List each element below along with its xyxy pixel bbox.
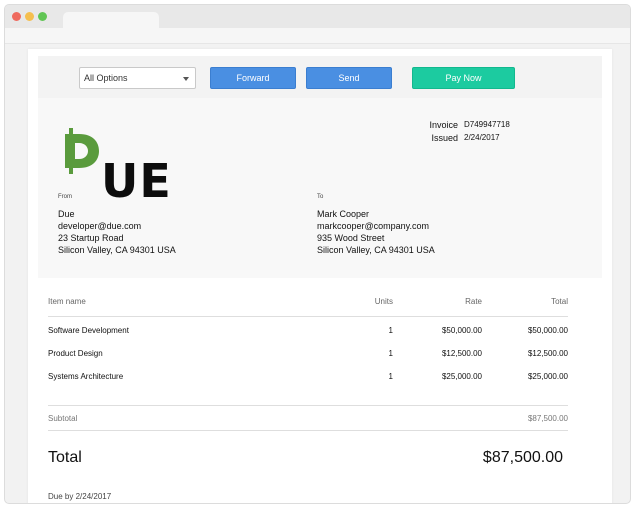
item-units: 1 — [388, 349, 393, 358]
header-item-name: Item name — [48, 297, 86, 306]
header-total: Total — [551, 297, 568, 306]
browser-tab[interactable] — [63, 12, 159, 28]
minimize-window-icon[interactable] — [25, 12, 34, 21]
from-street: 23 Startup Road — [58, 233, 124, 243]
item-rate: $12,500.00 — [441, 349, 482, 358]
from-label: From — [58, 194, 72, 200]
from-email: developer@due.com — [58, 221, 142, 231]
from-address: From Due developer@due.com 23 Startup Ro… — [58, 193, 176, 256]
item-total: $50,000.00 — [527, 326, 568, 335]
browser-toolbar — [5, 28, 630, 44]
subtotal-value: $87,500.00 — [527, 414, 568, 423]
invoice-header: UE Invoice D749947718 Issued 2/24/2017 F… — [38, 98, 602, 278]
line-items-table: Item name Units Rate Total Software Deve… — [48, 284, 568, 386]
total-value: $87,500.00 — [482, 449, 563, 466]
close-window-icon[interactable] — [12, 12, 21, 21]
issued-label: Issued — [431, 133, 458, 143]
item-total: $25,000.00 — [527, 372, 568, 381]
header-units: Units — [374, 297, 393, 306]
action-bar: All Options Forward Send Pay Now — [38, 56, 602, 98]
header-rate: Rate — [465, 297, 482, 306]
send-button[interactable]: Send — [306, 67, 392, 89]
table-header: Item name Units Rate Total — [48, 284, 568, 317]
forward-button[interactable]: Forward — [210, 67, 296, 89]
to-name: Mark Cooper — [317, 209, 370, 219]
bitcoin-d-icon — [65, 128, 99, 174]
issued-date: 2/24/2017 — [464, 133, 500, 142]
item-units: 1 — [388, 326, 393, 335]
item-name: Product Design — [48, 349, 103, 358]
options-select[interactable]: All Options — [79, 67, 196, 89]
total-label: Total — [48, 449, 82, 466]
invoice-number: D749947718 — [464, 120, 510, 129]
browser-window: All Options Forward Send Pay Now UE Invo… — [4, 4, 631, 504]
to-street: 935 Wood Street — [317, 233, 385, 243]
to-address: To Mark Cooper markcooper@company.com 93… — [317, 193, 435, 256]
total-row: Total $87,500.00 — [48, 446, 568, 470]
invoice-meta: Invoice D749947718 Issued 2/24/2017 — [414, 120, 534, 146]
due-date-text: Due by 2/24/2017 — [48, 492, 112, 501]
to-city: Silicon Valley, CA 94301 USA — [317, 245, 435, 255]
title-bar — [5, 5, 630, 28]
options-select-value: All Options — [84, 73, 128, 83]
subtotal-label: Subtotal — [48, 414, 78, 423]
invoice-label: Invoice — [429, 120, 458, 130]
due-logo: UE — [63, 128, 171, 208]
item-rate: $25,000.00 — [441, 372, 482, 381]
to-email: markcooper@company.com — [317, 221, 430, 231]
invoice-page: All Options Forward Send Pay Now UE Invo… — [28, 49, 612, 503]
subtotal-row: Subtotal $87,500.00 — [48, 405, 568, 431]
item-rate: $50,000.00 — [441, 326, 482, 335]
table-row: Systems Architecture 1 $25,000.00 $25,00… — [48, 363, 568, 386]
item-units: 1 — [388, 372, 393, 381]
pay-now-button[interactable]: Pay Now — [412, 67, 515, 89]
to-label: To — [317, 194, 324, 200]
item-name: Systems Architecture — [48, 372, 124, 381]
maximize-window-icon[interactable] — [38, 12, 47, 21]
from-name: Due — [58, 209, 75, 219]
from-city: Silicon Valley, CA 94301 USA — [58, 245, 176, 255]
table-row: Software Development 1 $50,000.00 $50,00… — [48, 317, 568, 340]
item-name: Software Development — [48, 326, 129, 335]
table-row: Product Design 1 $12,500.00 $12,500.00 — [48, 340, 568, 363]
item-total: $12,500.00 — [527, 349, 568, 358]
chevron-down-icon — [183, 77, 189, 81]
